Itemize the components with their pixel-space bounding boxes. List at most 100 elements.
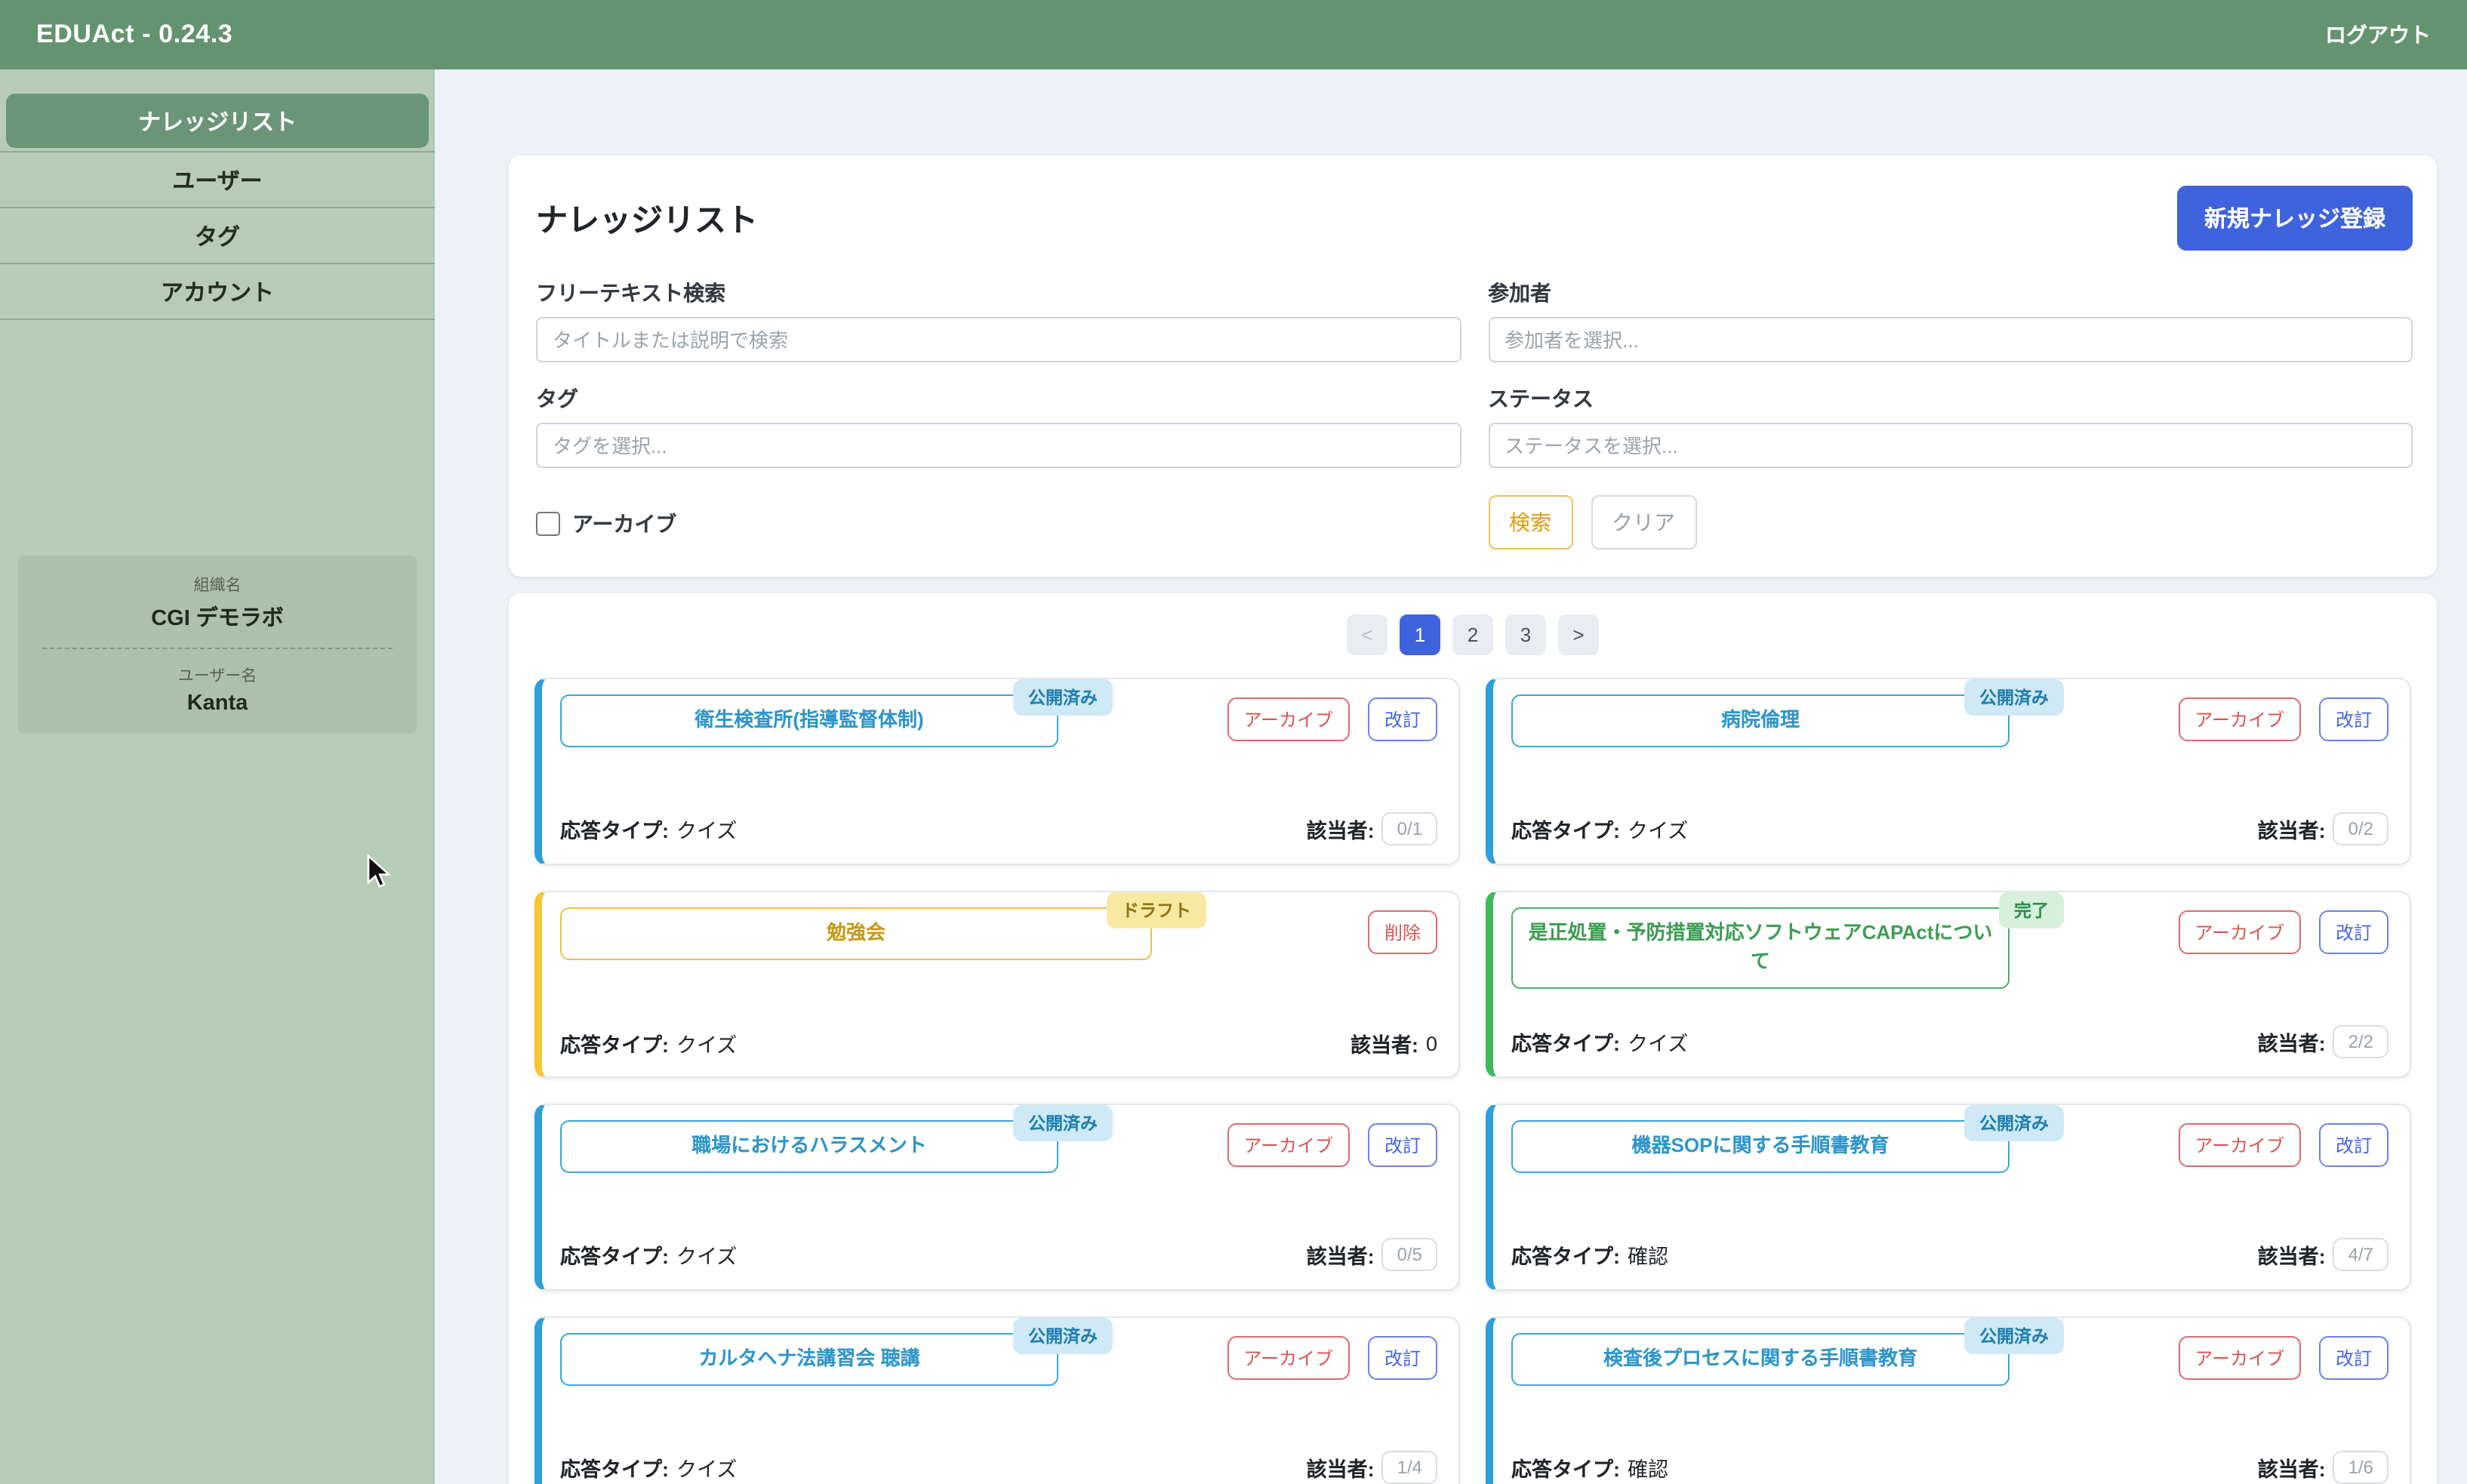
knowledge-title[interactable]: 検査後プロセスに関する手順書教育	[1511, 1333, 2010, 1386]
revise-button[interactable]: 改訂	[2319, 1336, 2388, 1380]
archive-button[interactable]: アーカイブ	[2178, 697, 2301, 741]
new-knowledge-button[interactable]: 新規ナレッジ登録	[2177, 186, 2413, 251]
target-count-badge: 1/6	[2333, 1451, 2388, 1484]
status-input[interactable]	[1488, 423, 2413, 468]
knowledge-title[interactable]: 病院倫理	[1511, 694, 2010, 747]
filter-panel: ナレッジリスト 新規ナレッジ登録 フリーテキスト検索 参加者 タグ	[509, 155, 2437, 577]
archive-checkbox-label: アーカイブ	[572, 509, 676, 539]
main-content: ナレッジリスト 新規ナレッジ登録 フリーテキスト検索 参加者 タグ	[435, 69, 2467, 1484]
logout-button[interactable]: ログアウト	[2316, 18, 2440, 51]
filter-grid: フリーテキスト検索 参加者 タグ ステータス	[536, 278, 2413, 550]
target-label: 該当者:	[2258, 1452, 2326, 1482]
response-type-value: クイズ	[676, 1239, 737, 1270]
response-type-label: 応答タイプ:	[1511, 1027, 1620, 1057]
target-count-badge: 2/2	[2333, 1025, 2388, 1058]
body-row: ナレッジリスト ユーザー タグ アカウント 組織名 CGI デモラボ ユーザー名…	[0, 69, 2467, 1484]
revise-button[interactable]: 改訂	[2319, 1123, 2388, 1167]
archive-button[interactable]: アーカイブ	[1227, 1123, 1350, 1167]
target-count-badge: 4/7	[2333, 1238, 2388, 1271]
participant-label: 参加者	[1488, 278, 2413, 308]
delete-button[interactable]: 削除	[1368, 910, 1437, 954]
knowledge-card: 衛生検査所(指導監督体制) 公開済み アーカイブ 改訂 応答タイプ:クイズ 該当…	[534, 678, 1460, 865]
response-type-value: クイズ	[676, 814, 737, 844]
org-divider	[42, 648, 393, 649]
org-label: 組織名	[33, 574, 402, 596]
target-count-badge: 0/2	[2333, 812, 2388, 845]
tag-filter: タグ	[536, 383, 1461, 468]
pagination-page-2[interactable]: 2	[1452, 614, 1493, 655]
revise-button[interactable]: 改訂	[1368, 697, 1437, 741]
target-count-badge: 0/1	[1382, 812, 1437, 845]
title-row: ナレッジリスト 新規ナレッジ登録	[536, 186, 2413, 251]
response-type-value: クイズ	[676, 1028, 737, 1058]
knowledge-title[interactable]: 職場におけるハラスメント	[560, 1120, 1058, 1173]
knowledge-card: 是正処置・予防措置対応ソフトウェアCAPActについて 完了 アーカイブ 改訂 …	[1486, 891, 2411, 1078]
knowledge-grid: 衛生検査所(指導監督体制) 公開済み アーカイブ 改訂 応答タイプ:クイズ 該当…	[509, 655, 2437, 1484]
archive-button[interactable]: アーカイブ	[2178, 1123, 2301, 1167]
sidebar-item-tags[interactable]: タグ	[0, 208, 435, 264]
archive-button[interactable]: アーカイブ	[2178, 910, 2301, 954]
target-label: 該当者:	[2258, 1239, 2326, 1270]
tag-input[interactable]	[536, 423, 1461, 468]
sidebar-item-users[interactable]: ユーザー	[0, 152, 435, 208]
archive-checkbox[interactable]	[536, 512, 560, 536]
participant-input[interactable]	[1488, 317, 2413, 362]
knowledge-card: 勉強会 ドラフト 削除 応答タイプ:クイズ 該当者:0	[534, 891, 1460, 1078]
knowledge-title[interactable]: 機器SOPに関する手順書教育	[1511, 1120, 2010, 1173]
archive-button[interactable]: アーカイブ	[1227, 697, 1350, 741]
response-type-value: クイズ	[1628, 814, 1688, 844]
status-badge: 公開済み	[1013, 679, 1113, 716]
archive-button[interactable]: アーカイブ	[2178, 1336, 2301, 1380]
target-count-badge: 0/5	[1382, 1238, 1437, 1271]
sidebar-item-knowledge-list[interactable]: ナレッジリスト	[0, 94, 435, 152]
response-type-value: 確認	[1628, 1239, 1668, 1270]
response-type-value: 確認	[1628, 1452, 1668, 1482]
status-badge: ドラフト	[1107, 892, 1206, 928]
pagination-page-3[interactable]: 3	[1505, 614, 1546, 655]
pagination-prev-button[interactable]: <	[1347, 614, 1387, 655]
user-label: ユーザー名	[33, 664, 402, 687]
sidebar-item-account[interactable]: アカウント	[0, 264, 435, 320]
target-count-badge: 1/4	[1382, 1451, 1437, 1484]
revise-button[interactable]: 改訂	[1368, 1123, 1437, 1167]
clear-button[interactable]: クリア	[1591, 495, 1696, 550]
user-name: Kanta	[33, 691, 402, 716]
status-badge: 完了	[1999, 892, 2064, 928]
org-name: CGI デモラボ	[33, 601, 402, 633]
free-text-filter: フリーテキスト検索	[536, 278, 1461, 362]
revise-button[interactable]: 改訂	[1368, 1336, 1437, 1380]
participant-filter: 参加者	[1488, 278, 2413, 362]
response-type-label: 応答タイプ:	[1511, 814, 1620, 844]
response-type-label: 応答タイプ:	[1511, 1239, 1620, 1270]
response-type-label: 応答タイプ:	[560, 814, 669, 844]
pagination: < 1 2 3 >	[509, 614, 2437, 655]
archive-button[interactable]: アーカイブ	[1227, 1336, 1350, 1380]
knowledge-title[interactable]: 是正処置・予防措置対応ソフトウェアCAPActについて	[1511, 907, 2010, 988]
knowledge-title[interactable]: 衛生検査所(指導監督体制)	[560, 694, 1058, 747]
status-badge: 公開済み	[1964, 1318, 2064, 1354]
knowledge-card: 機器SOPに関する手順書教育 公開済み アーカイブ 改訂 応答タイプ: 確認 該当…	[1486, 1104, 2411, 1291]
page-title: ナレッジリスト	[536, 196, 758, 241]
status-label: ステータス	[1488, 383, 2413, 414]
top-bar: EDUAct - 0.24.3 ログアウト	[0, 0, 2467, 69]
knowledge-title[interactable]: カルタヘナ法講習会 聴講	[560, 1333, 1058, 1386]
status-badge: 公開済み	[1013, 1318, 1113, 1354]
revise-button[interactable]: 改訂	[2319, 910, 2388, 954]
response-type-value: クイズ	[1628, 1027, 1688, 1057]
target-label: 該当者:	[2258, 1027, 2326, 1057]
sidebar: ナレッジリスト ユーザー タグ アカウント 組織名 CGI デモラボ ユーザー名…	[0, 69, 435, 1484]
free-text-label: フリーテキスト検索	[536, 278, 1461, 308]
status-filter: ステータス	[1488, 383, 2413, 468]
status-badge: 公開済み	[1964, 1105, 2064, 1141]
knowledge-card: 職場におけるハラスメント 公開済み アーカイブ 改訂 応答タイプ:クイズ 該当者…	[534, 1104, 1460, 1291]
free-text-input[interactable]	[536, 317, 1461, 362]
revise-button[interactable]: 改訂	[2319, 697, 2388, 741]
app-title: EDUAct - 0.24.3	[36, 20, 233, 50]
pagination-page-1[interactable]: 1	[1400, 614, 1440, 655]
knowledge-list-panel: < 1 2 3 > 衛生検査所(指導監督体制) 公開済み	[509, 593, 2437, 1484]
status-badge: 公開済み	[1964, 679, 2064, 716]
search-button[interactable]: 検索	[1488, 495, 1572, 550]
pagination-next-button[interactable]: >	[1558, 614, 1599, 655]
knowledge-title[interactable]: 勉強会	[560, 907, 1152, 960]
archive-filter: アーカイブ	[536, 498, 1461, 550]
